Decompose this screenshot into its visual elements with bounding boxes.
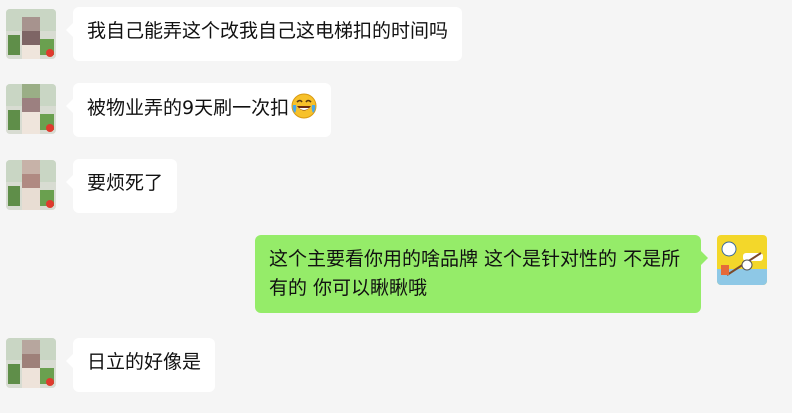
contact-avatar[interactable] xyxy=(6,338,56,388)
chat-message-area: 我自己能弄这个改我自己这电梯扣的时间吗 被物业弄的9天刷一次扣 要烦死了 这个主… xyxy=(0,0,792,413)
incoming-message[interactable]: 我自己能弄这个改我自己这电梯扣的时间吗 xyxy=(65,7,463,61)
message-text: 要烦死了 xyxy=(87,172,164,194)
rolling-on-floor-laughing-icon xyxy=(291,93,317,128)
message-text: 被物业弄的9天刷一次扣 xyxy=(87,97,290,119)
contact-avatar[interactable] xyxy=(6,84,56,134)
incoming-message[interactable]: 日立的好像是 xyxy=(65,338,216,392)
message-text: 日立的好像是 xyxy=(87,351,202,373)
contact-avatar[interactable] xyxy=(6,9,56,59)
message-text: 这个主要看你用的啥品牌 这个是针对性的 不是所有的 你可以瞅瞅哦 xyxy=(269,248,681,299)
contact-avatar[interactable] xyxy=(6,160,56,210)
message-text: 我自己能弄这个改我自己这电梯扣的时间吗 xyxy=(87,20,449,42)
outgoing-message[interactable]: 这个主要看你用的啥品牌 这个是针对性的 不是所有的 你可以瞅瞅哦 xyxy=(255,235,708,313)
incoming-message[interactable]: 要烦死了 xyxy=(65,159,178,213)
incoming-message[interactable]: 被物业弄的9天刷一次扣 xyxy=(65,83,332,137)
self-avatar[interactable] xyxy=(717,235,767,285)
